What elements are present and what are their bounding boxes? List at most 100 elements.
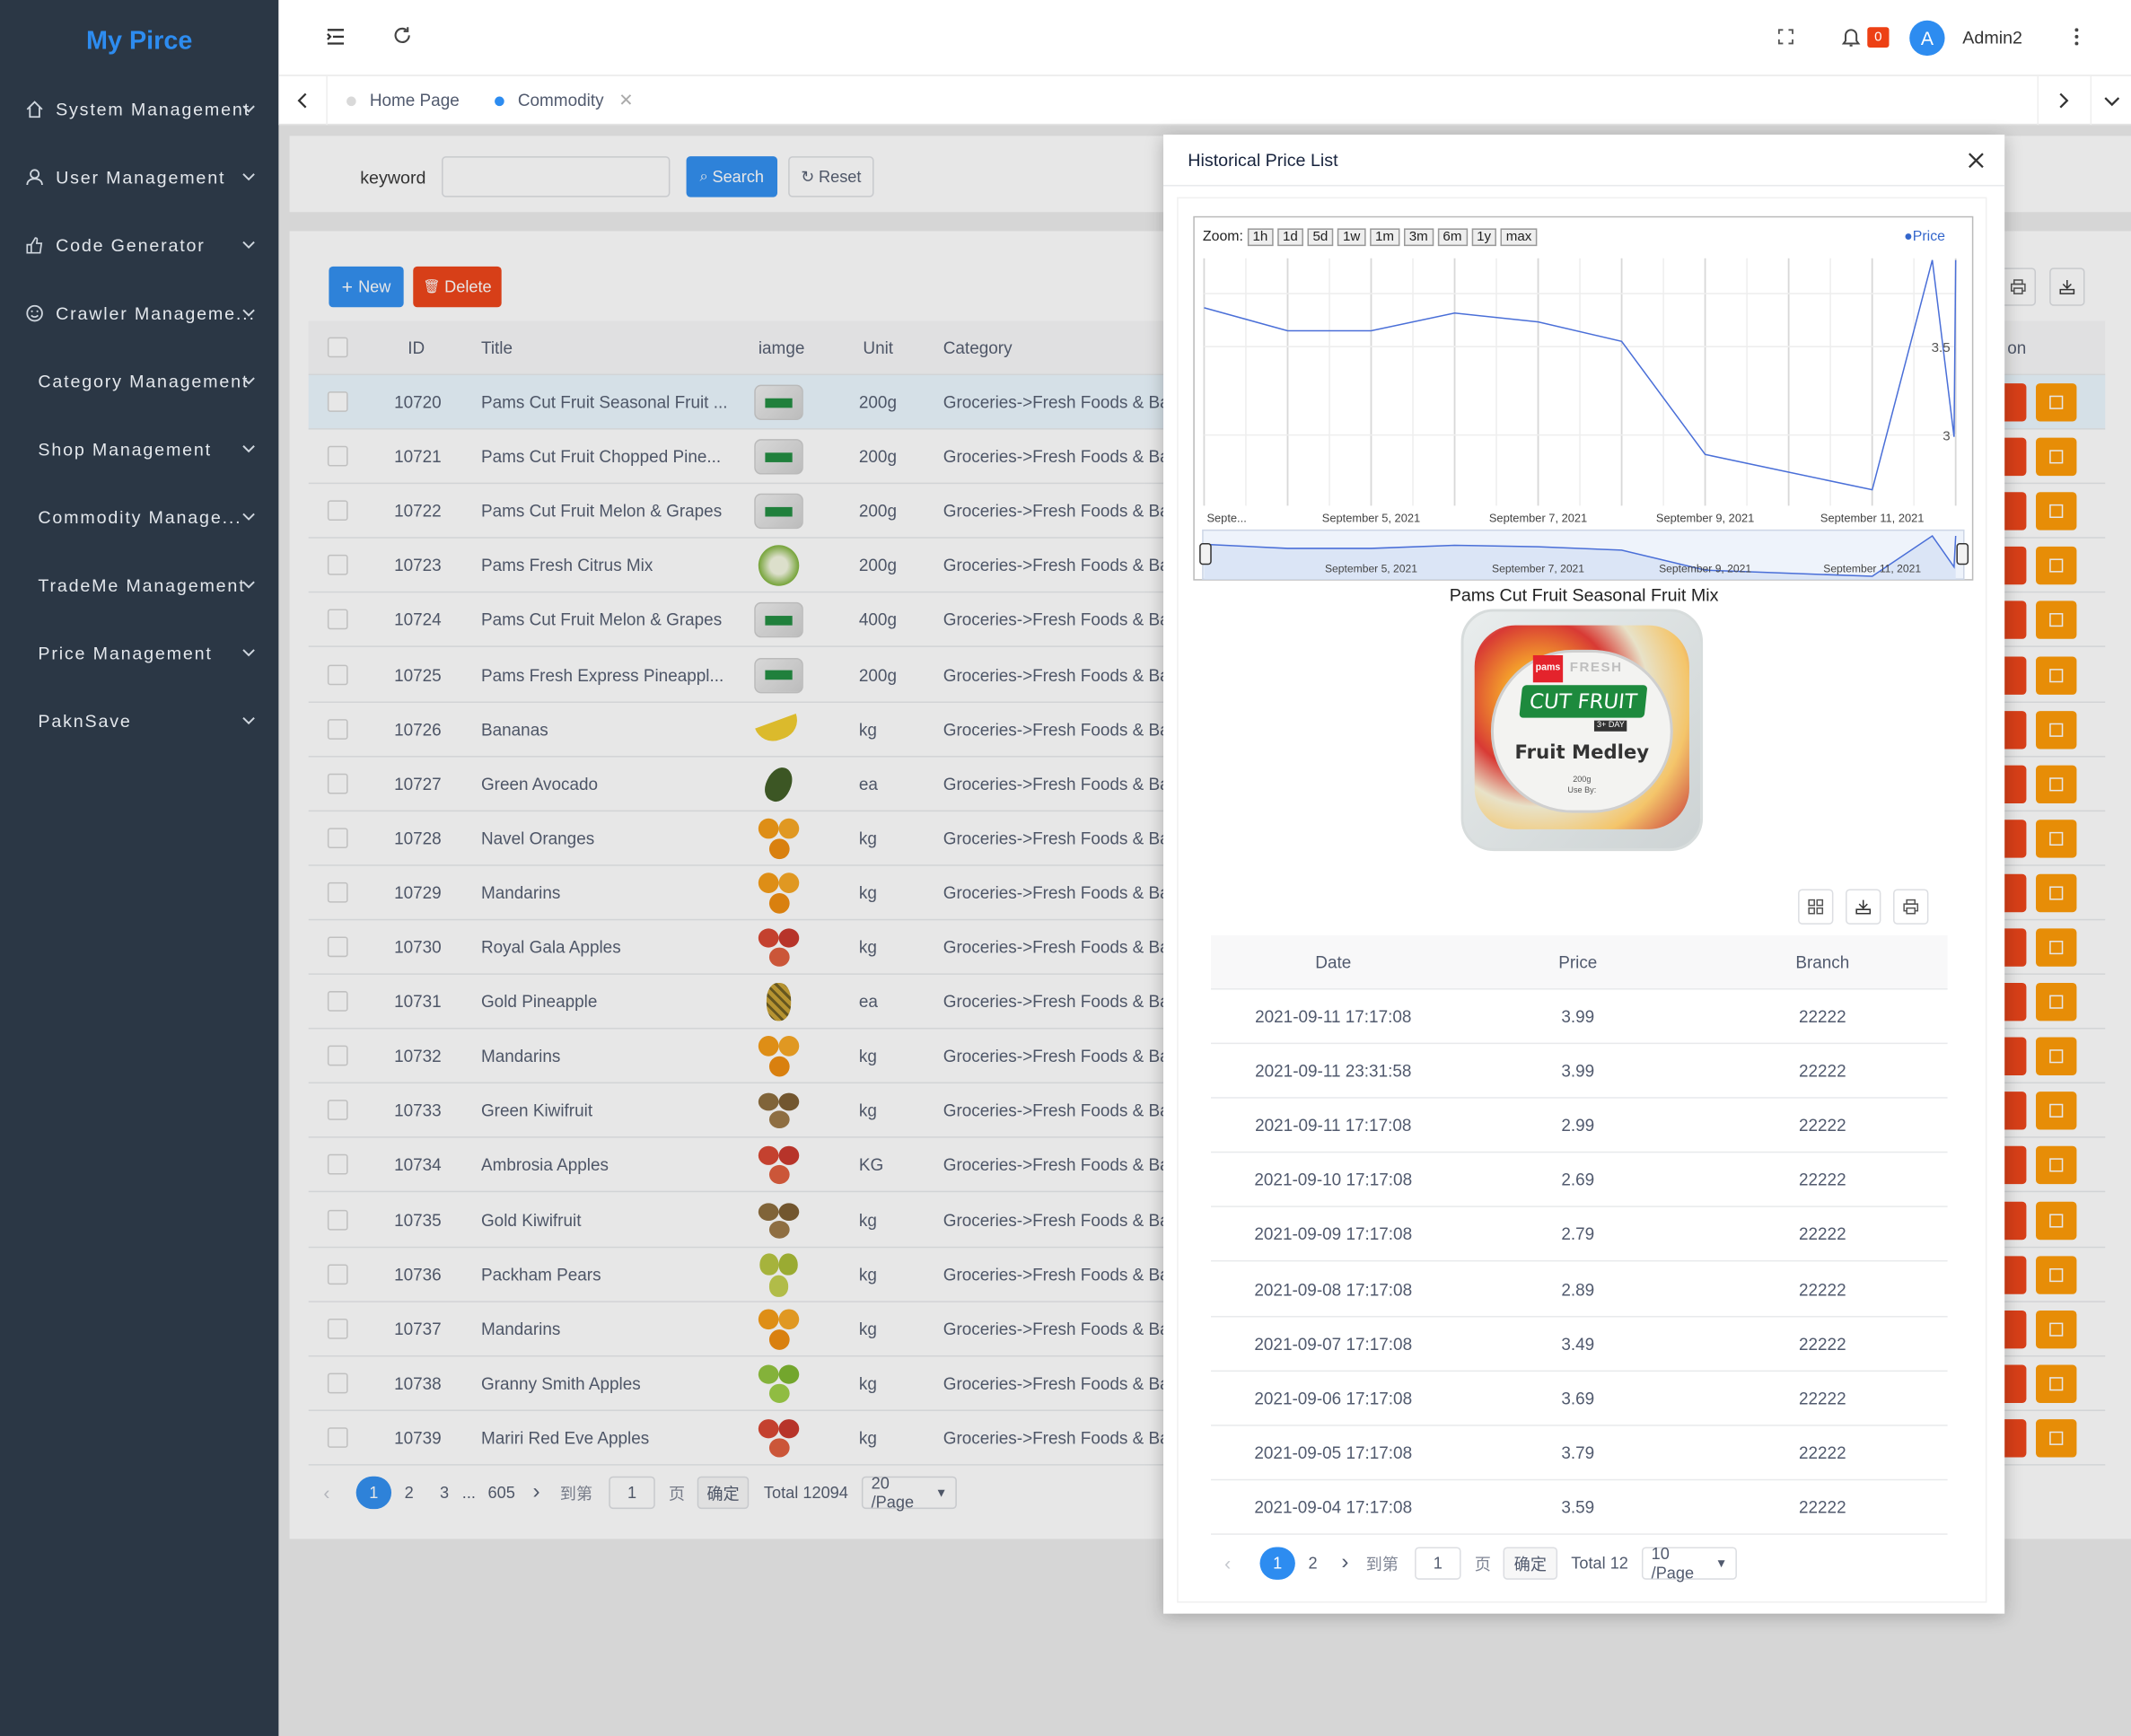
price-table-row[interactable]: 2021-09-04 17:17:08 3.59 22222 [1211,1480,1948,1535]
cell-date: 2021-09-11 17:17:08 [1255,1116,1412,1135]
avatar[interactable]: A [1909,20,1945,57]
cell-branch: 22222 [1798,1170,1846,1190]
cell-price: 2.89 [1561,1279,1595,1300]
sidebar-item-label: User Management [56,166,226,188]
home-icon [24,100,43,118]
tabs-prev-icon[interactable] [296,91,310,110]
tab-commodity[interactable]: Commodity ✕ [495,76,634,126]
price-table-row[interactable]: 2021-09-11 23:31:58 3.99 22222 [1211,1044,1948,1099]
more-vertical-icon[interactable] [2074,27,2079,46]
cell-price: 2.79 [1561,1225,1595,1245]
sidebar-item-shop-management[interactable]: Shop Management [0,415,278,483]
chevron-down-icon [241,713,257,729]
y-tick-label: 3 [1942,429,1950,444]
close-icon[interactable]: ✕ [618,90,634,111]
print-icon[interactable] [1893,889,1929,925]
cell-price: 3.99 [1561,1061,1595,1082]
fullscreen-icon[interactable] [1776,27,1795,46]
price-table-row[interactable]: 2021-09-06 17:17:08 3.69 22222 [1211,1372,1948,1426]
sidebar-item-label: Code Generator [56,234,206,255]
goto-input[interactable]: 1 [1415,1547,1461,1580]
product-name: Pams Cut Fruit Seasonal Fruit Mix [1449,584,1719,605]
tab-bar: Home Page Commodity ✕ [278,75,2131,126]
chevron-down-icon [241,373,257,389]
price-table-row[interactable]: 2021-09-11 17:17:08 3.99 22222 [1211,990,1948,1045]
chevron-down-icon [241,441,257,457]
x-tick-label: September 7, 2021 [1489,512,1587,525]
tab-status-dot [346,95,356,106]
next-page-icon[interactable]: › [1341,1551,1365,1575]
sidebar-item-label: Crawler Manageme... [56,302,256,323]
cell-date: 2021-09-05 17:17:08 [1254,1443,1413,1463]
sidebar-item-label: System Management [56,98,250,119]
x-tick-label: September 5, 2021 [1322,512,1420,525]
page-size-select[interactable]: 10 /Page ▼ [1642,1544,1738,1583]
prev-page-icon[interactable]: ‹ [1224,1553,1243,1574]
price-table-header: Date Price Branch [1211,934,1948,990]
cell-price: 3.49 [1561,1334,1595,1354]
modal-title: Historical Price List [1188,149,1338,171]
col-branch: Branch [1795,952,1850,972]
tabs-dropdown-icon[interactable] [2102,92,2121,109]
price-chart[interactable]: Zoom: 1h 1d 5d 1w 1m 3m 6m 1y max ●Price 3.5 3 Sep… [1193,215,1974,581]
sidebar-item-category-management[interactable]: Category Management [0,346,278,415]
confirm-button[interactable]: 确定 [1503,1547,1558,1580]
cell-branch: 22222 [1798,1443,1846,1463]
chevron-down-icon [241,508,257,524]
sidebar-item-label: Shop Management [38,438,212,460]
cell-date: 2021-09-11 17:17:08 [1255,1007,1412,1027]
cell-date: 2021-09-07 17:17:08 [1254,1334,1413,1354]
username[interactable]: Admin2 [1962,27,2022,48]
sidebar-item-commodity-manage[interactable]: Commodity Manage... [0,483,278,551]
goto-label: 到第 [1365,1554,1399,1574]
price-table-row[interactable]: 2021-09-08 17:17:08 2.89 22222 [1211,1262,1948,1317]
tabs-next-icon[interactable] [2056,91,2070,110]
tab-home-page[interactable]: Home Page [346,76,460,126]
sidebar-item-label: Price Management [38,642,213,663]
sidebar-item-user-management[interactable]: User Management [0,143,278,211]
sidebar-item-code-generator[interactable]: Code Generator [0,211,278,279]
product-image: pams FRESH CUT FRUIT 3+ DAY Fruit Medley… [1460,609,1704,852]
page-2[interactable]: 2 [1295,1547,1330,1579]
cell-price: 2.99 [1561,1116,1595,1135]
chevron-down-icon [241,576,257,592]
sidebar-item-price-management[interactable]: Price Management [0,618,278,687]
export-icon[interactable] [1846,889,1881,925]
col-date: Date [1315,952,1352,972]
price-table-row[interactable]: 2021-09-10 17:17:08 2.69 22222 [1211,1153,1948,1208]
col-price: Price [1558,952,1598,972]
x-tick-label: Septe... [1206,512,1246,525]
thumbs-up-icon [24,235,43,254]
sidebar-item-crawler-manageme[interactable]: Crawler Manageme... [0,278,278,346]
bell-icon[interactable] [1841,27,1861,48]
x-tick-label: September 9, 2021 [1656,512,1754,525]
refresh-icon[interactable] [393,26,412,45]
cell-branch: 22222 [1798,1279,1846,1300]
cell-price: 3.69 [1561,1389,1595,1408]
cell-price: 3.59 [1561,1497,1595,1517]
sidebar-item-paknsave[interactable]: PaknSave [0,687,278,755]
price-table-row[interactable]: 2021-09-11 17:17:08 2.99 22222 [1211,1099,1948,1153]
tab-label: Commodity [517,91,604,110]
column-settings-icon[interactable] [1798,889,1834,925]
close-icon[interactable] [1968,151,1984,169]
navigator-tick-label: September 5, 2021 [1325,563,1417,575]
price-table-row[interactable]: 2021-09-09 17:17:08 2.79 22222 [1211,1207,1948,1263]
page-1[interactable]: 1 [1259,1547,1295,1580]
price-table-row[interactable]: 2021-09-07 17:17:08 3.49 22222 [1211,1317,1948,1372]
tab-status-dot [495,95,504,106]
cell-price: 3.79 [1561,1443,1595,1463]
app-logo: My Pirce [86,27,193,57]
navigator-handle [1199,543,1212,566]
sidebar-item-trademe-management[interactable]: TradeMe Management [0,550,278,618]
sidebar-item-system-management[interactable]: System Management [0,75,278,143]
cell-date: 2021-09-10 17:17:08 [1254,1170,1413,1190]
price-table-row[interactable]: 2021-09-05 17:17:08 3.79 22222 [1211,1425,1948,1480]
chevron-down-icon [241,304,257,320]
sidebar-item-label: TradeMe Management [38,574,246,595]
cell-date: 2021-09-06 17:17:08 [1254,1389,1413,1408]
cell-date: 2021-09-09 17:17:08 [1254,1225,1413,1245]
chevron-down-icon [241,101,257,117]
menu-collapse-icon[interactable] [326,27,345,45]
sidebar-item-label: PaknSave [38,710,132,732]
